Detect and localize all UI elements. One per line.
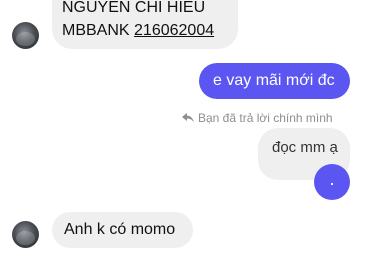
message-sent-1[interactable]: e vay mãi mới đc	[199, 63, 350, 99]
message-received-2[interactable]: Anh k có momo	[52, 212, 193, 248]
avatar-shade	[16, 231, 35, 245]
bank-name-line: NGUYEN CHI HIEU	[62, 0, 206, 16]
message-sent-2-text: .	[329, 168, 335, 189]
avatar-shade	[16, 32, 35, 46]
message-sent-2[interactable]: .	[314, 164, 350, 200]
account-number-link[interactable]: 216062004	[134, 22, 214, 39]
bank-account-line: MBBANK 216062004	[62, 20, 214, 42]
quoted-message-text: đọc mm ạ	[272, 139, 338, 156]
bank-label: MBBANK	[62, 22, 130, 39]
reply-arrow-icon	[182, 113, 194, 123]
avatar[interactable]	[12, 22, 39, 49]
message-bank-info[interactable]: NGUYEN CHI HIEU MBBANK 216062004	[52, 0, 238, 49]
reply-note-text: Bạn đã trả lời chính mình	[198, 111, 333, 125]
avatar-2[interactable]	[12, 221, 39, 248]
reply-note: Bạn đã trả lời chính mình	[182, 111, 333, 125]
message-received-2-text: Anh k có momo	[64, 221, 176, 238]
message-sent-1-text: e vay mãi mới đc	[213, 72, 335, 89]
